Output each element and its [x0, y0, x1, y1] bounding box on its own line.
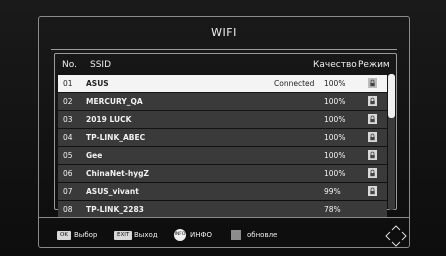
network-row[interactable]: 05 Gee 100%	[58, 147, 387, 164]
lock-icon	[368, 132, 377, 142]
network-row[interactable]: 04 TP-LINK_ABEC 100%	[58, 129, 387, 146]
network-ssid: 2019 LUCK	[86, 115, 132, 124]
network-row[interactable]: 01 ASUS Connected 100%	[58, 75, 387, 92]
network-quality: 100%	[324, 151, 346, 160]
network-number: 06	[63, 169, 73, 178]
network-row[interactable]: 02 MERCURY_QA 100%	[58, 93, 387, 110]
lock-icon	[368, 114, 377, 124]
network-number: 08	[63, 205, 73, 214]
footer-divider	[39, 217, 409, 218]
network-quality: 78%	[324, 205, 341, 214]
network-quality: 99%	[324, 187, 341, 196]
network-number: 05	[63, 151, 73, 160]
gray-key-icon	[231, 230, 241, 240]
network-quality: 100%	[324, 133, 346, 142]
network-ssid: Gee	[86, 151, 103, 160]
lock-icon	[368, 150, 377, 160]
title-divider	[51, 49, 397, 50]
column-header-ssid: SSID	[90, 60, 112, 70]
network-ssid: ASUS_vivant	[86, 187, 139, 196]
page-title: WIFI	[211, 26, 237, 39]
network-number: 01	[63, 79, 73, 88]
wifi-panel: WIFI No. SSID Качество Режим 01 ASUS Conne…	[38, 16, 410, 248]
column-header-quality: Качество	[313, 60, 357, 70]
network-number: 02	[63, 97, 73, 106]
dpad-arrows-icon	[385, 225, 407, 247]
scrollbar[interactable]	[388, 74, 395, 210]
network-row[interactable]: 06 ChinaNet-hygZ 100%	[58, 165, 387, 182]
scrollbar-thumb[interactable]	[388, 74, 395, 118]
info-key-icon: INFO	[174, 229, 186, 241]
list-header: No. SSID Качество Режим	[55, 54, 396, 75]
lock-icon	[368, 96, 377, 106]
network-status: Connected	[274, 79, 315, 88]
column-header-mode: Режим	[358, 60, 390, 70]
network-row[interactable]: 07 ASUS_vivant 99%	[58, 183, 387, 200]
network-quality: 100%	[324, 115, 346, 124]
footer-hints: OK Выбор EXIT Выход INFO ИНФО обновле	[57, 225, 407, 247]
network-ssid: TP-LINK_ABEC	[86, 133, 146, 142]
network-list: No. SSID Качество Режим 01 ASUS Connected 1…	[54, 53, 397, 218]
exit-hint-label: Выход	[134, 231, 158, 239]
column-header-no: No.	[62, 60, 77, 70]
network-rows: 01 ASUS Connected 100% 02 MERCURY_QA 100% 03 201…	[58, 75, 387, 219]
network-ssid: ChinaNet-hygZ	[86, 169, 149, 178]
lock-icon	[368, 168, 377, 178]
refresh-hint-label: обновле	[247, 231, 278, 239]
lock-icon	[368, 78, 377, 88]
ok-key-icon: OK	[57, 231, 71, 240]
exit-key-icon: EXIT	[114, 231, 133, 240]
network-number: 03	[63, 115, 73, 124]
network-ssid: TP-LINK_2283	[86, 205, 144, 214]
lock-icon	[368, 186, 377, 196]
network-quality: 100%	[324, 97, 346, 106]
wifi-screen: WIFI No. SSID Качество Режим 01 ASUS Conne…	[0, 0, 446, 256]
info-hint-label: ИНФО	[190, 231, 213, 239]
network-quality: 100%	[324, 169, 346, 178]
network-ssid: MERCURY_QA	[86, 97, 143, 106]
ok-hint-label: Выбор	[74, 231, 98, 239]
network-quality: 100%	[324, 79, 346, 88]
network-ssid: ASUS	[86, 79, 109, 88]
network-row[interactable]: 08 TP-LINK_2283 78%	[58, 201, 387, 218]
network-number: 04	[63, 133, 73, 142]
network-row[interactable]: 03 2019 LUCK 100%	[58, 111, 387, 128]
network-number: 07	[63, 187, 73, 196]
